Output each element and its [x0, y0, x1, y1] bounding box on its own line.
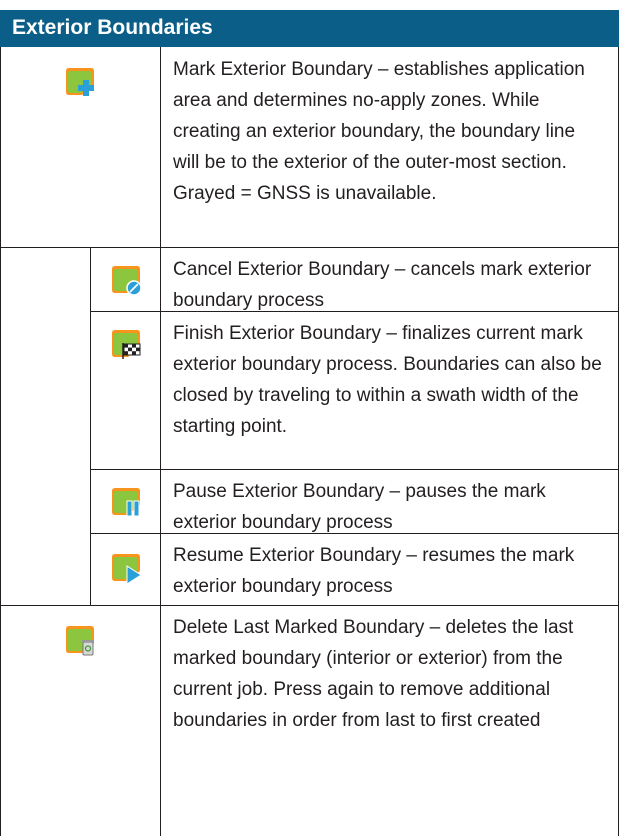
delete-last-boundary-icon: [66, 626, 94, 656]
row-description: Finish Exterior Boundary – finalizes cur…: [173, 323, 602, 437]
table-row: Mark Exterior Boundary – establishes app…: [0, 47, 619, 247]
row-description: Resume Exterior Boundary – resumes the m…: [173, 545, 575, 597]
table-row: Pause Exterior Boundary – pauses the mar…: [0, 469, 619, 533]
table-title: Exterior Boundaries: [12, 16, 213, 39]
cancel-exterior-boundary-icon: [112, 266, 142, 296]
row-description: Pause Exterior Boundary – pauses the mar…: [173, 481, 546, 533]
row-description: Mark Exterior Boundary – establishes app…: [173, 59, 585, 204]
row-description: Cancel Exterior Boundary – cancels mark …: [173, 259, 592, 311]
resume-exterior-boundary-icon: [112, 554, 142, 585]
mark-exterior-boundary-icon: [66, 68, 94, 96]
table-row: Delete Last Marked Boundary – deletes th…: [0, 605, 619, 836]
pause-exterior-boundary-icon: [112, 488, 140, 517]
table-row: Finish Exterior Boundary – finalizes cur…: [0, 311, 619, 469]
finish-exterior-boundary-icon: [112, 330, 141, 359]
table-header: Exterior Boundaries: [0, 10, 619, 47]
table-row: Resume Exterior Boundary – resumes the m…: [0, 533, 619, 605]
table-row: Cancel Exterior Boundary – cancels mark …: [0, 247, 619, 311]
row-description: Delete Last Marked Boundary – deletes th…: [173, 617, 574, 731]
